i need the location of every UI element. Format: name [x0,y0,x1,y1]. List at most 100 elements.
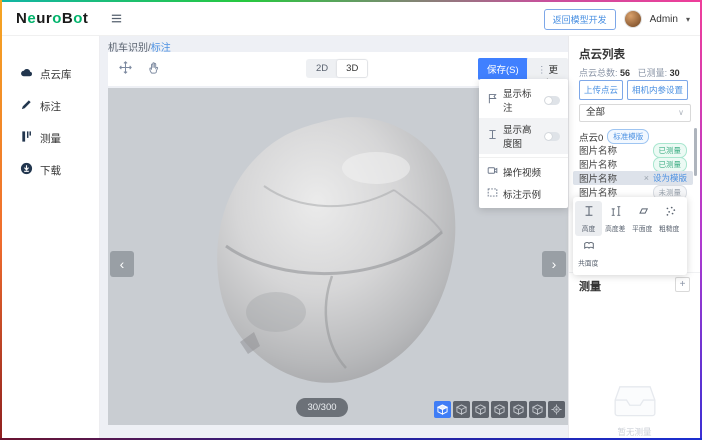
roughness-icon [664,204,676,222]
video-icon [487,165,498,179]
hand-drag-icon[interactable] [147,60,162,80]
tool-height[interactable]: 高度 [575,201,602,236]
heightmap-icon [487,129,498,143]
menu-item-label: 显示高度图 [503,122,539,150]
camera-params-button[interactable]: 相机内参设置 [627,80,688,100]
tool-label: 共面度 [578,259,598,269]
view-right-cube-icon[interactable] [510,401,527,418]
panel-title: 点云列表 [579,46,625,62]
empty-inbox-icon [612,384,658,418]
toolbar-icons [118,60,162,80]
image-name: 图片名称 [579,143,617,157]
app-window: NeuroBot 返回模型开发 Admin ▾ 点云库 标注 测量 下载 [0,0,702,440]
user-name[interactable]: Admin [650,14,678,25]
view-default-cube-icon[interactable] [434,401,451,418]
measured-badge: 已测量 [653,143,688,158]
avatar[interactable] [624,10,642,28]
add-measure-button[interactable]: + [675,277,690,292]
logo-letter: N [16,10,27,27]
sidebar-collapse-icon[interactable] [110,12,123,30]
image-list-item[interactable]: 图片名称 已测量 [573,157,693,171]
coplanarity-icon [583,239,595,257]
save-button[interactable]: 保存(S) [478,58,528,80]
view-3d-button[interactable]: 3D [337,60,367,77]
logo-gear-letter: e [27,10,36,27]
menu-item-show-heightmap[interactable]: 显示高度图 [479,118,568,154]
sidebar-item-annotate[interactable]: 标注 [2,90,99,122]
total-count: 56 [620,68,630,78]
tool-height-difference[interactable]: 高度差 [602,201,629,236]
menu-item-label: 显示标注 [503,86,539,114]
sidebar-item-measure[interactable]: 测量 [2,122,99,154]
list-scrollbar-thumb[interactable] [694,128,697,176]
set-as-template-link[interactable]: 设为模版 [653,172,687,184]
header: NeuroBot 返回模型开发 Admin ▾ [2,2,700,36]
prev-image-button[interactable]: ‹ [110,251,134,277]
cloud-icon [20,66,33,82]
view-mode-switch: 2D 3D [306,59,368,78]
view-orientation-buttons [434,401,565,418]
chevron-down-icon: ∨ [678,105,684,121]
flatness-icon [637,204,649,222]
image-counter-badge: 30/300 [296,398,348,417]
menu-item-label: 操作视频 [503,165,560,179]
caliper-icon [20,130,33,146]
pointcloud-group-row[interactable]: 点云0 标准模版 [579,129,649,144]
header-right: 返回模型开发 Admin ▾ [544,2,690,36]
pen-icon [20,98,33,114]
total-label: 点云总数: [579,68,618,78]
filter-value: 全部 [586,107,605,118]
image-list-item-selected[interactable]: 图片名称 × 设为模版 [573,171,693,185]
image-name: 图片名称 [579,171,617,185]
image-list-item[interactable]: 图片名称 已测量 [573,143,693,157]
measured-badge: 已测量 [653,157,688,172]
tool-roughness[interactable]: 粗糙度 [656,201,683,236]
sidebar: 点云库 标注 测量 下载 [2,36,100,438]
sidebar-item-download[interactable]: 下载 [2,154,99,186]
pointcloud-stats: 点云总数: 56 已测量: 30 [579,66,680,79]
empty-state: 暂无测量 [569,384,700,438]
menu-item-operation-video[interactable]: 操作视频 [479,161,568,183]
sidebar-item-label: 下载 [40,163,61,178]
close-icon[interactable]: × [644,173,649,183]
menu-divider [479,157,568,158]
view-2d-button[interactable]: 2D [307,60,337,77]
view-front-cube-icon[interactable] [453,401,470,418]
menu-item-annotation-example[interactable]: 标注示例 [479,183,568,205]
view-top-cube-icon[interactable] [529,401,546,418]
back-to-model-dev-button[interactable]: 返回模型开发 [544,9,616,30]
tool-coplanarity[interactable]: 共面度 [575,236,602,271]
view-left-cube-icon[interactable] [491,401,508,418]
more-dots-icon: ⋮ [537,65,547,76]
more-dropdown-menu: 显示标注 显示高度图 操作视频 标注示例 [479,79,568,208]
frame-border-top [0,0,702,2]
view-back-cube-icon[interactable] [472,401,489,418]
tool-label: 平面度 [632,224,652,234]
tool-flatness[interactable]: 平面度 [629,201,656,236]
pointcloud-panel: 点云列表 点云总数: 56 已测量: 30 上传点云 相机内参设置 全部 ∨ 点… [568,36,700,438]
show-annotation-toggle[interactable] [544,96,560,105]
logo-letter: B [62,10,73,27]
pan-move-icon[interactable] [118,60,133,80]
filter-select[interactable]: 全部 ∨ [579,104,691,122]
sidebar-item-label: 标注 [40,99,61,114]
logo-letter: t [83,10,89,27]
sidebar-item-pointcloud-library[interactable]: 点云库 [2,58,99,90]
tooth-model-3d[interactable] [180,106,500,396]
measure-section-title: 测量 [579,278,601,294]
user-menu-caret-icon[interactable]: ▾ [686,15,690,24]
height-difference-icon [610,204,622,222]
group-name: 点云0 [579,130,603,144]
main-area: 机车识别/标注 2D 3D 保存(S) ⋮更多 [100,36,568,438]
tool-label: 粗糙度 [659,224,679,234]
empty-state-text: 暂无测量 [569,426,700,438]
next-image-button[interactable]: › [542,251,566,277]
measured-label: 已测量: [638,68,668,78]
recenter-crosshair-icon[interactable] [548,401,565,418]
menu-item-show-annotation[interactable]: 显示标注 [479,82,568,118]
logo-letter: ur [36,10,52,27]
show-heightmap-toggle[interactable] [544,132,560,141]
frame-icon [487,187,498,201]
upload-pointcloud-button[interactable]: 上传点云 [579,80,623,100]
download-icon [20,162,33,178]
